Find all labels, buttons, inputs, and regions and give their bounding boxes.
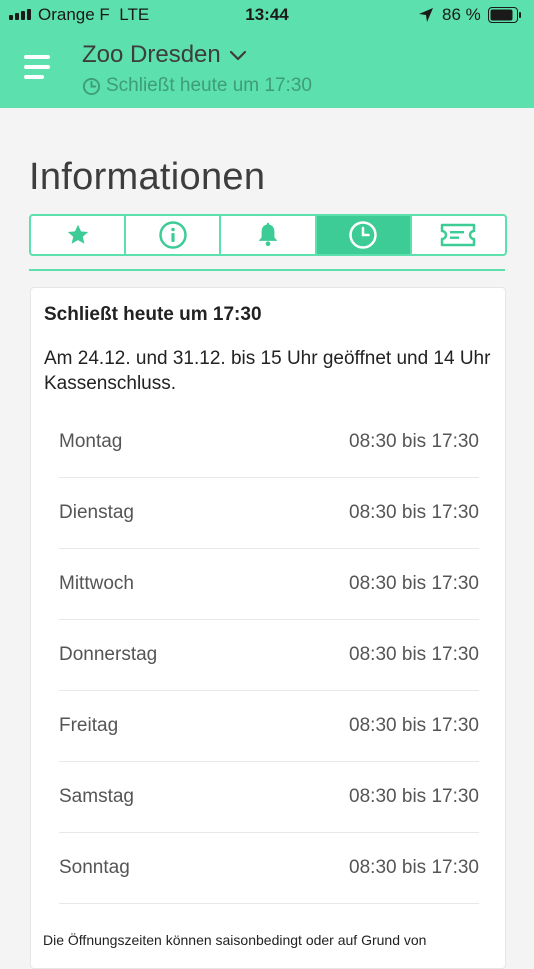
clock-icon [349,221,377,249]
hours-row: Freitag 08:30 bis 17:30 [59,691,479,762]
hours-row: Sonntag 08:30 bis 17:30 [59,833,479,904]
opening-hours-card: Schließt heute um 17:30 Am 24.12. und 31… [30,287,506,969]
ticket-icon [441,223,476,247]
subtitle-text: Schließt heute um 17:30 [106,75,312,96]
time-range: 08:30 bis 17:30 [349,431,479,452]
time-range: 08:30 bis 17:30 [349,644,479,665]
time-range: 08:30 bis 17:30 [349,502,479,523]
chevron-down-icon [229,50,246,61]
holiday-note: Am 24.12. und 31.12. bis 15 Uhr geöffnet… [44,348,491,394]
battery-percent: 86 % [442,5,481,24]
tab-highlights[interactable] [31,216,127,254]
day-label: Mittwoch [59,573,134,594]
opening-status: Schließt heute um 17:30 [82,75,312,97]
day-label: Freitag [59,715,119,736]
location-arrow-icon [419,8,433,22]
time-range: 08:30 bis 17:30 [349,786,479,807]
hours-row: Samstag 08:30 bis 17:30 [59,762,479,833]
hours-row: Donnerstag 08:30 bis 17:30 [59,620,479,691]
battery-icon [488,7,521,23]
day-label: Sonntag [59,857,130,878]
info-tabs [29,214,507,256]
menu-button[interactable] [24,55,54,81]
info-icon [159,221,187,249]
star-icon [67,224,88,244]
hours-row: Mittwoch 08:30 bis 17:30 [59,549,479,620]
hours-list: Montag 08:30 bis 17:30 Dienstag 08:30 bi… [59,407,479,904]
status-bar: Orange F LTE 13:44 86 % [0,0,534,30]
card-title: Schließt heute um 17:30 [44,304,262,325]
hours-row: Dienstag 08:30 bis 17:30 [59,478,479,549]
hours-row: Montag 08:30 bis 17:30 [59,407,479,478]
tab-opening-hours[interactable] [316,216,412,254]
day-label: Donnerstag [59,644,158,665]
day-label: Montag [59,431,123,452]
bell-icon [258,222,278,247]
day-label: Samstag [59,786,134,807]
app-header: Orange F LTE 13:44 86 % Zoo Dresden Schl… [0,0,534,108]
day-label: Dienstag [59,502,134,523]
footer-note: Die Öffnungszeiten können saisonbedingt … [43,932,427,948]
time-range: 08:30 bis 17:30 [349,857,479,878]
app-bar: Zoo Dresden Schließt heute um 17:30 [0,30,534,108]
section-divider [29,269,505,271]
tab-notifications[interactable] [221,216,317,254]
tab-info[interactable] [126,216,222,254]
location-selector[interactable]: Zoo Dresden [82,41,247,69]
page-title: Informationen [29,156,266,198]
time-range: 08:30 bis 17:30 [349,573,479,594]
tab-tickets[interactable] [412,216,505,254]
time-range: 08:30 bis 17:30 [349,715,479,736]
app-title: Zoo Dresden [82,41,221,68]
clock-icon [82,77,101,95]
main-content: Informationen Schließt heute um 17:30 Am… [0,108,534,969]
